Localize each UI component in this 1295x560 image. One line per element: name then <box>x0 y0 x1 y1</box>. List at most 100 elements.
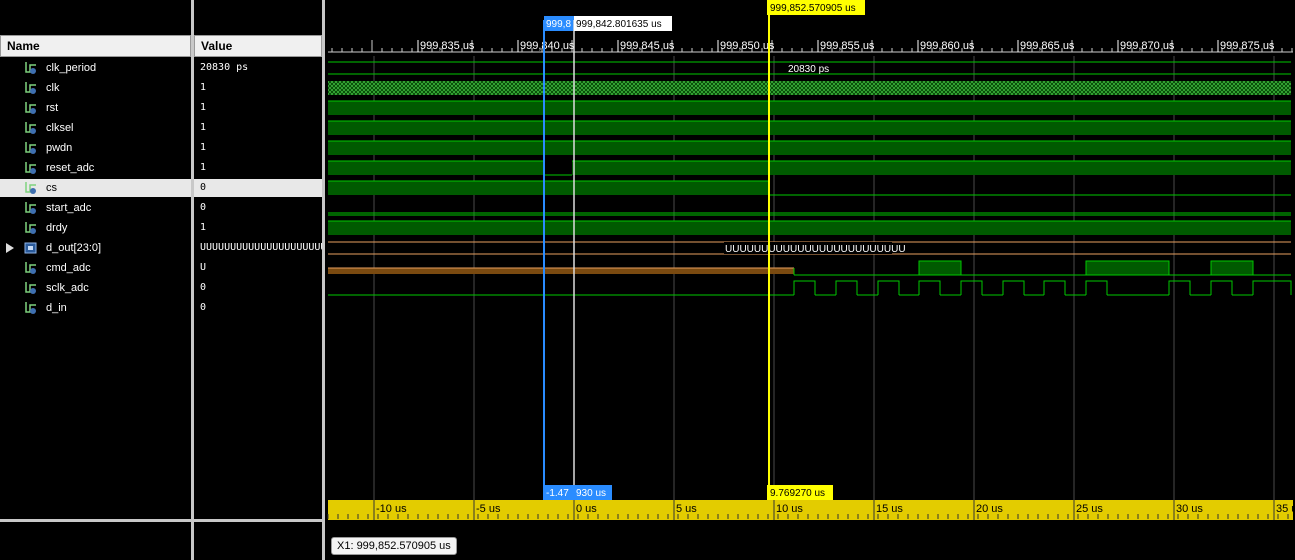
signal-row-clk-period[interactable]: clk_period <box>0 59 191 77</box>
signal-row-cs[interactable]: cs <box>0 179 191 197</box>
expand-arrow-icon[interactable] <box>6 243 14 253</box>
logic-signal-icon <box>24 121 38 135</box>
bottom-ruler-label: 0 us <box>576 503 597 515</box>
name-column-header[interactable]: Name <box>0 35 191 57</box>
signal-value: UUUUUUUUUUUUUUUUUUUUUUUU <box>200 242 322 253</box>
logic-signal-icon <box>24 141 38 155</box>
signal-row-clk[interactable]: clk <box>0 79 191 97</box>
signal-value: 0 <box>200 202 207 213</box>
signal-value: 0 <box>200 302 207 313</box>
signal-name-label: clksel <box>46 122 74 134</box>
blue-marker-time: 999,8 <box>546 19 571 30</box>
top-ruler-label: 999,855 us <box>820 40 875 52</box>
horizontal-splitter[interactable] <box>0 519 325 522</box>
logic-signal-icon <box>24 261 38 275</box>
signal-row-d-in[interactable]: d_in <box>0 299 191 317</box>
signal-row-pwdn[interactable]: pwdn <box>0 139 191 157</box>
signal-value: 1 <box>200 122 207 133</box>
main-cursor-delta: 9.769270 us <box>770 488 825 499</box>
logic-signal-icon <box>24 101 38 115</box>
signal-fill <box>328 141 1291 155</box>
signal-row-sclk-adc[interactable]: sclk_adc <box>0 279 191 297</box>
bottom-ruler-label: 30 us <box>1176 503 1203 515</box>
signal-name-label: pwdn <box>46 142 73 154</box>
signal-name-label: start_adc <box>46 202 92 214</box>
signal-fill <box>328 161 544 175</box>
signal-fill <box>328 121 1291 135</box>
d-out-wave-label: UUUUUUUUUUUUUUUUUUUUUUUUU <box>725 244 906 255</box>
signal-name-label: cs <box>46 182 57 194</box>
signal-pulse <box>1210 260 1254 276</box>
signal-name-label: clk_period <box>46 62 97 74</box>
bottom-ruler-label: 20 us <box>976 503 1003 515</box>
logic-signal-icon <box>24 181 38 195</box>
logic-signal-icon <box>24 221 38 235</box>
signal-name-label: cmd_adc <box>46 262 91 274</box>
signal-value: 1 <box>200 82 207 93</box>
signal-pulse <box>1085 260 1170 276</box>
waveform-canvas[interactable]: 999,835 us 999,840 us 999,845 us 999,850 us… <box>326 0 1295 520</box>
signal-pulse <box>918 260 962 276</box>
bottom-ruler-label: 35 us <box>1276 503 1295 515</box>
signal-value: 1 <box>200 102 207 113</box>
bottom-ruler-label: -5 us <box>476 503 501 515</box>
logic-signal-icon <box>24 81 38 95</box>
signal-name-label: sclk_adc <box>46 282 89 294</box>
signal-name-label: clk <box>46 82 60 94</box>
bottom-ruler-label: 5 us <box>676 503 697 515</box>
signal-value: 1 <box>200 142 207 153</box>
signal-value-pane: Value 20830 ps 1 1 1 1 1 0 0 1 UUUUUUUUUUUUUUUUUU… <box>194 0 322 520</box>
top-ruler-label: 999,850 us <box>720 40 775 52</box>
signal-fill <box>572 161 1291 175</box>
main-cursor-time: 999,852.570905 us <box>770 3 856 14</box>
top-ruler-label: 999,865 us <box>1020 40 1075 52</box>
blue-delta-value: -1.47 <box>546 488 569 499</box>
splitter-value-wave[interactable] <box>322 0 325 560</box>
undefined-fill <box>328 268 794 274</box>
logic-signal-icon <box>24 281 38 295</box>
bottom-ruler-label: 25 us <box>1076 503 1103 515</box>
clock-pulse <box>835 280 858 295</box>
signal-name-label: reset_adc <box>46 162 95 174</box>
clock-pulse <box>793 280 816 295</box>
logic-signal-icon <box>24 61 38 75</box>
clock-pulse <box>1085 280 1108 295</box>
signal-row-d-out-23-0[interactable]: d_out[23:0] <box>0 239 191 257</box>
signal-value: 1 <box>200 222 207 233</box>
bus-signal-icon <box>24 241 38 255</box>
signal-name-label: drdy <box>46 222 68 234</box>
signal-value: 20830 ps <box>200 62 249 73</box>
signal-fill <box>328 101 1291 115</box>
signal-row-rst[interactable]: rst <box>0 99 191 117</box>
signal-fill <box>328 221 1291 235</box>
clk-period-wave-label: 20830 ps <box>788 64 829 75</box>
clk-wave <box>328 81 1291 95</box>
signal-value: U <box>200 262 207 273</box>
signal-row-drdy[interactable]: drdy <box>0 219 191 237</box>
signal-row-clksel[interactable]: clksel <box>0 119 191 137</box>
signal-name-label: rst <box>46 102 59 114</box>
clock-pulse <box>1043 280 1066 295</box>
top-ruler-label: 999,860 us <box>920 40 975 52</box>
signal-row-start-adc[interactable]: start_adc <box>0 199 191 217</box>
signal-name-label: d_in <box>46 302 67 314</box>
signal-name-label: d_out[23:0] <box>46 242 102 254</box>
signal-value: 0 <box>200 282 207 293</box>
clock-pulse <box>1002 280 1025 295</box>
blue-delta-tail: 930 us <box>576 488 606 499</box>
bottom-ruler-label: 15 us <box>876 503 903 515</box>
bottom-ruler-label: 10 us <box>776 503 803 515</box>
signal-row-reset-adc[interactable]: reset_adc <box>0 159 191 177</box>
logic-signal-icon <box>24 301 38 315</box>
signal-row-cmd-adc[interactable]: cmd_adc <box>0 259 191 277</box>
clock-pulse <box>1210 280 1233 295</box>
clock-pulse <box>877 280 900 295</box>
logic-signal-icon <box>24 201 38 215</box>
top-ruler-label: 999,875 us <box>1220 40 1275 52</box>
value-column-header[interactable]: Value <box>194 35 322 57</box>
top-ruler-label: 999,835 us <box>420 40 475 52</box>
logic-signal-icon <box>24 161 38 175</box>
bottom-ruler-label: -10 us <box>376 503 407 515</box>
waveform-pane[interactable]: 999,835 us 999,840 us 999,845 us 999,850 us… <box>326 0 1295 520</box>
top-ruler-label: 999,845 us <box>620 40 675 52</box>
